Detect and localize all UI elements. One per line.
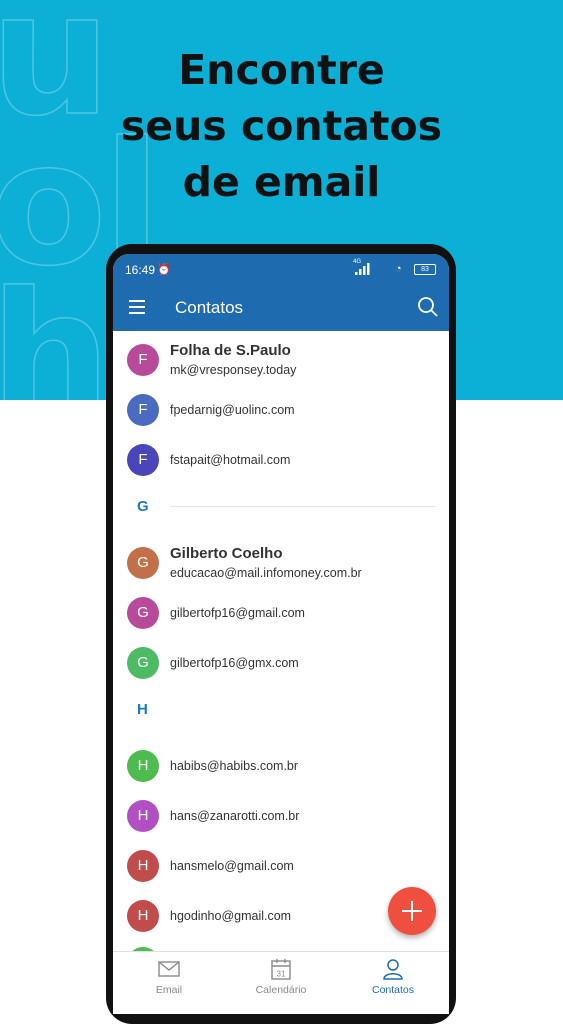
nav-contacts-label: Contatos — [371, 984, 415, 996]
search-icon[interactable] — [417, 296, 439, 318]
contact-email: habibs@habibs.com.br — [170, 759, 299, 773]
contact-email: fpedarnig@uolinc.com — [170, 403, 295, 417]
calendar-icon: 31 — [271, 959, 291, 980]
contact-email: hansmelo@gmail.com — [170, 859, 294, 873]
phone-screen: 16:49 ⏰ 4G ◔ 83 Contatos F Folha de S.Pa… — [113, 254, 449, 1014]
contact-email: educacao@mail.infomoney.com.br — [170, 566, 362, 580]
contact-email: fstapait@hotmail.com — [170, 453, 291, 467]
status-time: 16:49 — [125, 263, 156, 277]
phone-frame: 16:49 ⏰ 4G ◔ 83 Contatos F Folha de S.Pa… — [106, 244, 456, 1024]
headline-line-3: de email — [182, 158, 381, 206]
envelope-icon — [158, 961, 180, 977]
contact-name: Folha de S.Paulo — [170, 342, 291, 359]
contact-email: gilbertofp16@gmail.com — [170, 606, 305, 620]
avatar: F — [127, 444, 159, 476]
contact-list: F Folha de S.Paulo mk@vresponsey.today F… — [113, 331, 449, 951]
contact-row[interactable]: G Gilberto Coelho educacao@mail.infomone… — [113, 539, 449, 589]
add-contact-button[interactable] — [388, 887, 436, 935]
avatar: G — [127, 597, 159, 629]
bottom-navigation: Email 31 Calendário Contatos — [113, 951, 449, 1014]
avatar: H — [127, 850, 159, 882]
avatar: F — [127, 394, 159, 426]
avatar: H — [127, 900, 159, 932]
alarm-icon: ⏰ — [157, 264, 171, 276]
avatar: F — [127, 344, 159, 376]
contact-row[interactable]: F fstapait@hotmail.com — [113, 443, 449, 493]
contact-row[interactable]: G gilbertofp16@gmail.com — [113, 596, 449, 646]
headline: Encontre seus contatos de email — [0, 42, 563, 210]
contact-email: mk@vresponsey.today — [170, 363, 297, 377]
nav-email-label: Email — [155, 984, 183, 996]
contact-email: hgodinho@gmail.com — [170, 909, 292, 923]
signal-icon — [355, 263, 370, 275]
status-bar: 16:49 ⏰ 4G ◔ 83 — [113, 254, 449, 284]
wifi-icon: ◔ — [395, 263, 402, 275]
nav-email[interactable]: Email — [113, 956, 225, 1006]
headline-line-2: seus contatos — [120, 102, 443, 150]
headline-line-1: Encontre — [178, 46, 385, 94]
contact-email: gilbertofp16@gmx.com — [170, 656, 299, 670]
avatar: H — [127, 750, 159, 782]
calendar-day: 31 — [277, 970, 286, 979]
section-header-h: H — [137, 701, 148, 718]
contact-name: Gilberto Coelho — [170, 545, 283, 562]
nav-calendar-label: Calendário — [255, 984, 307, 996]
contact-row[interactable]: F fpedarnig@uolinc.com — [113, 393, 449, 443]
avatar: G — [127, 647, 159, 679]
section-divider — [170, 506, 436, 507]
section-header-g: G — [137, 498, 149, 515]
battery-icon: 83 — [414, 264, 436, 275]
contact-email: hans@zanarotti.com.br — [170, 809, 300, 823]
avatar: H — [127, 800, 159, 832]
nav-contacts[interactable]: Contatos — [337, 956, 449, 1006]
contact-row[interactable]: G gilbertofp16@gmx.com — [113, 646, 449, 696]
page-title: Contatos — [175, 298, 244, 317]
contact-row[interactable]: F Folha de S.Paulo mk@vresponsey.today — [113, 336, 449, 386]
hamburger-menu-icon[interactable] — [129, 300, 145, 314]
person-icon — [383, 959, 403, 980]
app-bar: Contatos — [113, 284, 449, 331]
avatar: G — [127, 547, 159, 579]
contact-row[interactable]: H habibs@habibs.com.br — [113, 749, 449, 799]
nav-calendar[interactable]: 31 Calendário — [225, 956, 337, 1006]
contact-row[interactable]: H hans@zanarotti.com.br — [113, 799, 449, 849]
